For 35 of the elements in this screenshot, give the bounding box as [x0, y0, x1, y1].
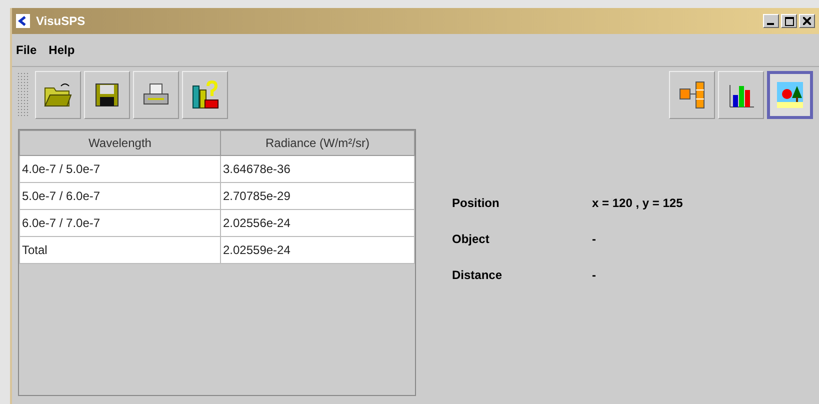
info-value: - — [592, 268, 596, 282]
info-label: Position — [452, 196, 500, 210]
table-cell: 6.0e-7 / 7.0e-7 — [20, 210, 220, 236]
window-title: VisuSPS — [36, 14, 86, 28]
info-label: Distance — [452, 268, 504, 282]
table-cell: 2.02556e-24 — [220, 210, 414, 236]
tree-view-button[interactable] — [669, 71, 715, 119]
info-value: x = 120 , y = 125 — [592, 196, 683, 210]
hierarchy-icon — [677, 80, 707, 110]
column-header[interactable]: Radiance (W/m²/sr) — [220, 130, 414, 156]
print-button[interactable] — [133, 71, 179, 119]
close-icon — [803, 17, 811, 25]
maximize-icon — [784, 16, 794, 26]
help-button[interactable] — [182, 71, 228, 119]
table-cell: 2.02559e-24 — [220, 236, 414, 264]
table-cell: 3.64678e-36 — [220, 156, 414, 182]
menu-item[interactable]: Help — [48, 43, 75, 57]
table-cell: 2.70785e-29 — [220, 182, 414, 210]
info-value: - — [592, 232, 596, 246]
table-cell: 4.0e-7 / 5.0e-7 — [20, 156, 220, 182]
picture-view-button[interactable] — [767, 71, 813, 119]
close-button[interactable] — [799, 14, 815, 28]
picture-icon — [775, 80, 805, 110]
info-label: Object — [452, 232, 490, 246]
table-cell: 5.0e-7 / 6.0e-7 — [20, 182, 220, 210]
books-question-icon — [190, 80, 220, 110]
open-button[interactable] — [35, 71, 81, 119]
column-header[interactable]: Wavelength — [20, 130, 220, 156]
table-cell: Total — [20, 236, 220, 264]
maximize-button[interactable] — [781, 14, 797, 28]
chart-view-button[interactable] — [718, 71, 764, 119]
minimize-button[interactable] — [763, 14, 779, 28]
app-icon — [16, 14, 30, 28]
menu-item[interactable]: File — [16, 43, 37, 57]
save-button[interactable] — [84, 71, 130, 119]
